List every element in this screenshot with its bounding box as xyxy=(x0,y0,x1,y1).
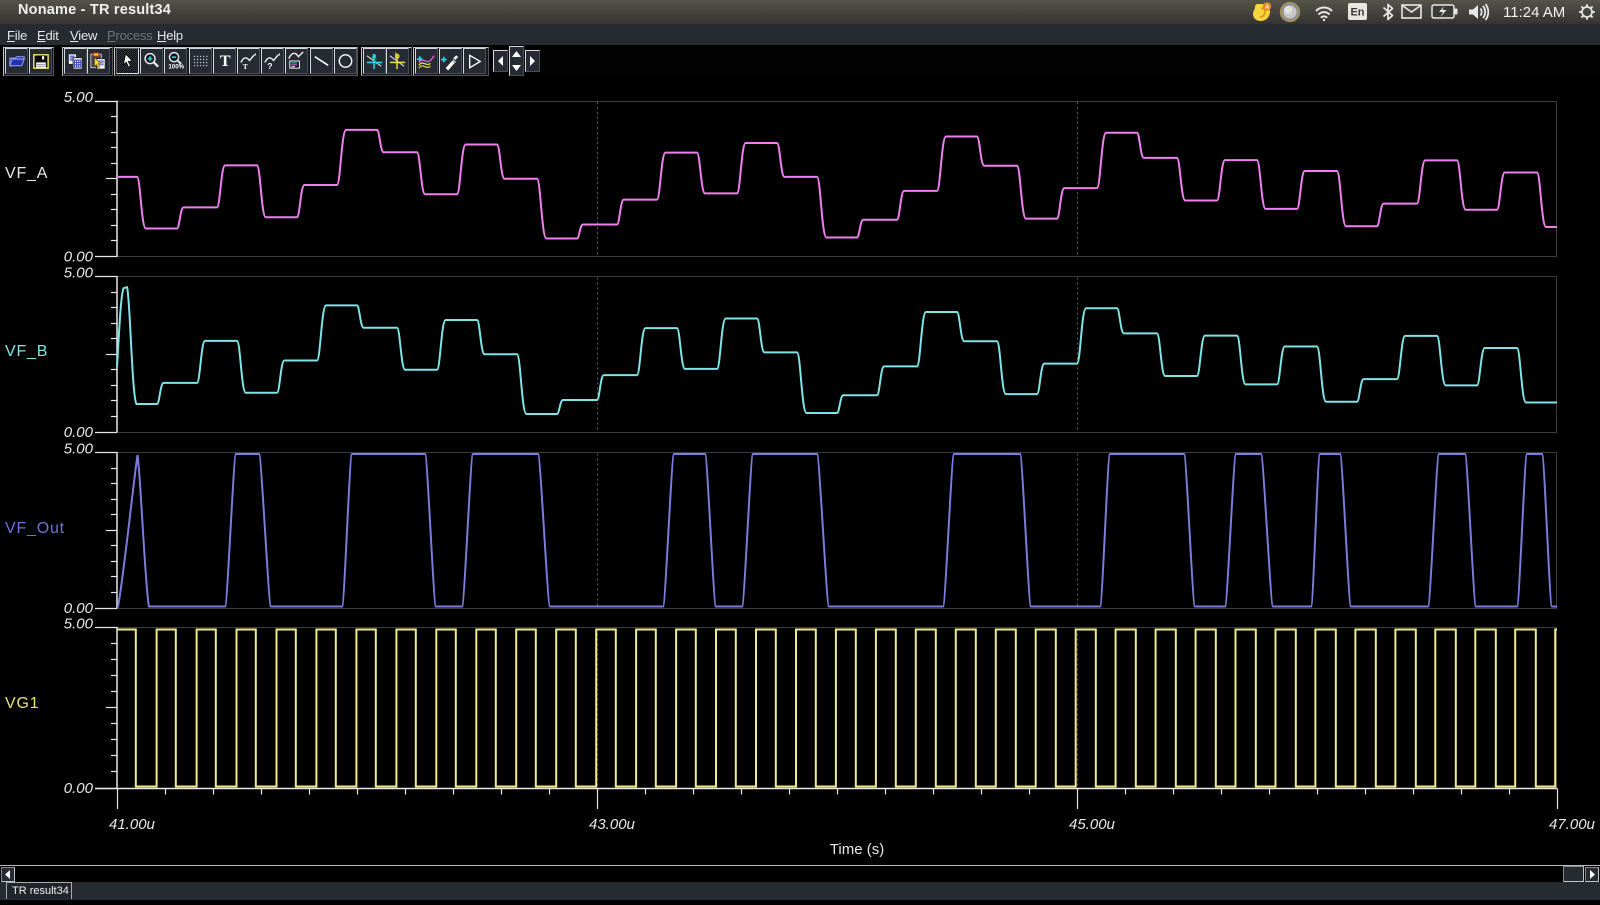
svg-text:Time (s): Time (s) xyxy=(830,841,884,858)
svg-text:5.00: 5.00 xyxy=(64,89,94,106)
svg-text:a: a xyxy=(372,51,377,61)
svg-text:5.00: 5.00 xyxy=(64,265,94,282)
svg-text:VF_Out: VF_Out xyxy=(5,520,65,537)
svg-text:0.00: 0.00 xyxy=(64,780,94,797)
svg-text:100%: 100% xyxy=(169,64,185,71)
svg-text:VF_A: VF_A xyxy=(5,165,48,182)
svg-text:0.00: 0.00 xyxy=(64,424,94,441)
svg-text:T: T xyxy=(243,62,248,71)
svg-text:5.00: 5.00 xyxy=(64,616,94,633)
svg-text:43.00u: 43.00u xyxy=(589,816,636,833)
svg-text:4: 4 xyxy=(1265,4,1269,11)
svg-text:0.00: 0.00 xyxy=(64,600,94,617)
svg-text:VF_B: VF_B xyxy=(5,343,48,360)
svg-text:11:24 AM: 11:24 AM xyxy=(1503,4,1565,21)
svg-text:5.00: 5.00 xyxy=(64,441,94,458)
svg-text:0.00: 0.00 xyxy=(64,249,94,266)
svg-text:41.00u: 41.00u xyxy=(109,816,156,833)
svg-text:?: ? xyxy=(267,61,272,71)
svg-text:VG1: VG1 xyxy=(5,695,39,712)
svg-text:47.00u: 47.00u xyxy=(1549,816,1596,833)
svg-text:b: b xyxy=(395,51,400,61)
svg-text:En: En xyxy=(1350,7,1364,19)
svg-text:45.00u: 45.00u xyxy=(1069,816,1116,833)
svg-text:T: T xyxy=(220,52,231,70)
